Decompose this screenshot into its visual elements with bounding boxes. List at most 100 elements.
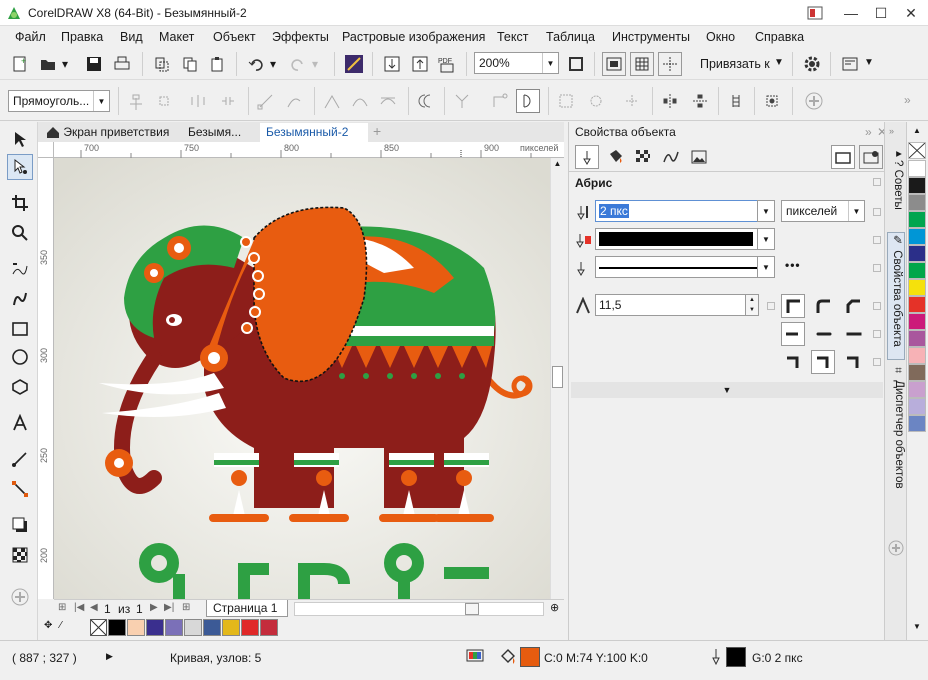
menu-help[interactable]: Справка (755, 30, 804, 44)
corner-bevel-icon[interactable] (841, 294, 865, 318)
palette-color-swatch[interactable] (908, 330, 926, 347)
break-curve-icon[interactable] (216, 89, 240, 113)
menu-table[interactable]: Таблица (546, 30, 595, 44)
palette-scroll-down-icon[interactable]: ▼ (913, 622, 921, 631)
shape-tool-icon[interactable] (7, 154, 33, 180)
last-page-icon[interactable]: ▶| (164, 602, 174, 613)
document-color-swatch[interactable] (184, 619, 202, 636)
outline-width-dropdown-icon[interactable]: ▼ (757, 200, 775, 222)
tab-document-1[interactable]: Безымя... (182, 123, 262, 142)
menu-tools[interactable]: Инструменты (612, 30, 690, 44)
document-color-swatch[interactable] (203, 619, 221, 636)
outline-width-input[interactable]: 2 пкс (595, 200, 775, 222)
add-toolbar-button-icon[interactable] (802, 89, 826, 113)
polygon-tool-icon[interactable] (7, 374, 33, 400)
transparency-tool-icon[interactable] (7, 542, 33, 568)
outline-units-select[interactable]: пикселей ▼ (781, 200, 865, 222)
maximize-button[interactable]: ☐ (866, 0, 896, 26)
position-outside-icon[interactable] (781, 350, 805, 374)
tab-welcome-screen[interactable]: Экран приветствия (40, 123, 182, 142)
snap-to-dropdown-icon[interactable]: ▼ (774, 57, 784, 68)
pick-tool-icon[interactable] (7, 126, 33, 152)
eyedropper-icon[interactable]: ⁄ (60, 620, 62, 631)
crop-tool-icon[interactable] (7, 190, 33, 216)
redo-icon[interactable] (286, 52, 310, 76)
horizontal-scrollbar[interactable] (294, 602, 544, 616)
toolbar-overflow-icon[interactable]: » (904, 93, 911, 107)
launch-application-icon[interactable] (838, 52, 862, 76)
help-window-icon[interactable] (800, 0, 830, 26)
drop-shadow-tool-icon[interactable] (7, 512, 33, 538)
menu-file[interactable]: Файл (15, 30, 46, 44)
print-icon[interactable] (110, 52, 134, 76)
extract-subpath-icon[interactable] (488, 89, 512, 113)
reverse-direction-icon[interactable] (414, 89, 438, 113)
menu-window[interactable]: Окно (706, 30, 735, 44)
transparency-tab-icon[interactable] (631, 145, 655, 169)
row-checkbox[interactable] (873, 264, 881, 272)
palette-color-swatch[interactable] (908, 211, 926, 228)
minimize-button[interactable]: — (836, 0, 866, 26)
document-color-swatch[interactable] (108, 619, 126, 636)
menu-view[interactable]: Вид (120, 30, 143, 44)
corner-round-icon[interactable] (811, 294, 835, 318)
menu-object[interactable]: Объект (213, 30, 256, 44)
node-add-icon[interactable] (124, 89, 148, 113)
scroll-thumb[interactable] (552, 366, 563, 388)
cap-butt-icon[interactable] (781, 322, 805, 346)
copy-icon[interactable] (178, 52, 202, 76)
freehand-tool-icon[interactable] (7, 256, 33, 282)
add-tool-icon[interactable] (7, 584, 33, 610)
palette-color-swatch[interactable] (908, 262, 926, 279)
miter-spin-icon[interactable]: ▲ ▼ (745, 294, 759, 316)
rectangle-tool-icon[interactable] (7, 316, 33, 342)
paste-icon[interactable] (206, 52, 230, 76)
zoom-to-page-icon[interactable] (564, 52, 588, 76)
symmetrical-node-icon[interactable] (376, 89, 400, 113)
frame-view-icon[interactable] (831, 145, 855, 169)
palette-color-swatch[interactable] (908, 279, 926, 296)
palette-color-swatch[interactable] (908, 398, 926, 415)
snap-to-menu[interactable]: Привязать к (700, 57, 770, 71)
miter-limit-input[interactable]: 11,5 (595, 294, 759, 316)
row-checkbox[interactable] (873, 330, 881, 338)
palette-color-swatch[interactable] (908, 177, 926, 194)
mirror-horizontal-icon[interactable] (658, 89, 682, 113)
curve-tab-icon[interactable] (659, 145, 683, 169)
undo-dropdown-icon[interactable]: ▾ (266, 52, 280, 76)
ruler-origin[interactable] (38, 142, 54, 158)
row-checkbox[interactable] (873, 236, 881, 244)
ellipse-tool-icon[interactable] (7, 344, 33, 370)
position-inside-icon[interactable] (841, 350, 865, 374)
menu-layout[interactable]: Макет (159, 30, 194, 44)
export-icon[interactable] (408, 52, 432, 76)
zoom-tool-icon[interactable] (7, 220, 33, 246)
row-checkbox[interactable] (767, 302, 775, 310)
elephant-artwork[interactable] (54, 158, 550, 599)
mirror-vertical-icon[interactable] (688, 89, 712, 113)
tab-object-properties[interactable]: ✎ Свойства объекта (887, 232, 905, 360)
palette-color-swatch[interactable] (908, 160, 926, 177)
side-tabs-scroll-icon[interactable]: » (889, 126, 894, 136)
palette-color-swatch[interactable] (908, 415, 926, 432)
next-page-icon[interactable]: ▶ (150, 602, 158, 613)
new-tab-button[interactable]: + (370, 123, 388, 142)
palette-color-swatch[interactable] (908, 228, 926, 245)
line-style-select[interactable] (595, 256, 775, 278)
settings-gear-icon[interactable] (800, 52, 824, 76)
node-delete-icon[interactable] (152, 89, 176, 113)
palette-color-swatch[interactable] (908, 364, 926, 381)
palette-color-swatch[interactable] (908, 313, 926, 330)
to-curve-icon[interactable] (282, 89, 306, 113)
shape-type-select[interactable]: Прямоуголь... ▼ (8, 90, 110, 112)
palette-scroll-up-icon[interactable]: ▲ (913, 126, 921, 135)
page-tab[interactable]: Страница 1 (206, 600, 288, 617)
undo-icon[interactable] (244, 52, 268, 76)
palette-no-color-swatch[interactable] (908, 142, 926, 159)
vertical-scrollbar[interactable]: ▲ (550, 158, 564, 599)
outline-color-dropdown-icon[interactable]: ▼ (757, 228, 775, 250)
document-color-swatch[interactable] (260, 619, 278, 636)
tab-object-manager[interactable]: ⌗ Диспетчер объектов (887, 366, 905, 516)
add-docker-icon[interactable] (888, 540, 904, 556)
new-document-icon[interactable]: + (8, 52, 32, 76)
